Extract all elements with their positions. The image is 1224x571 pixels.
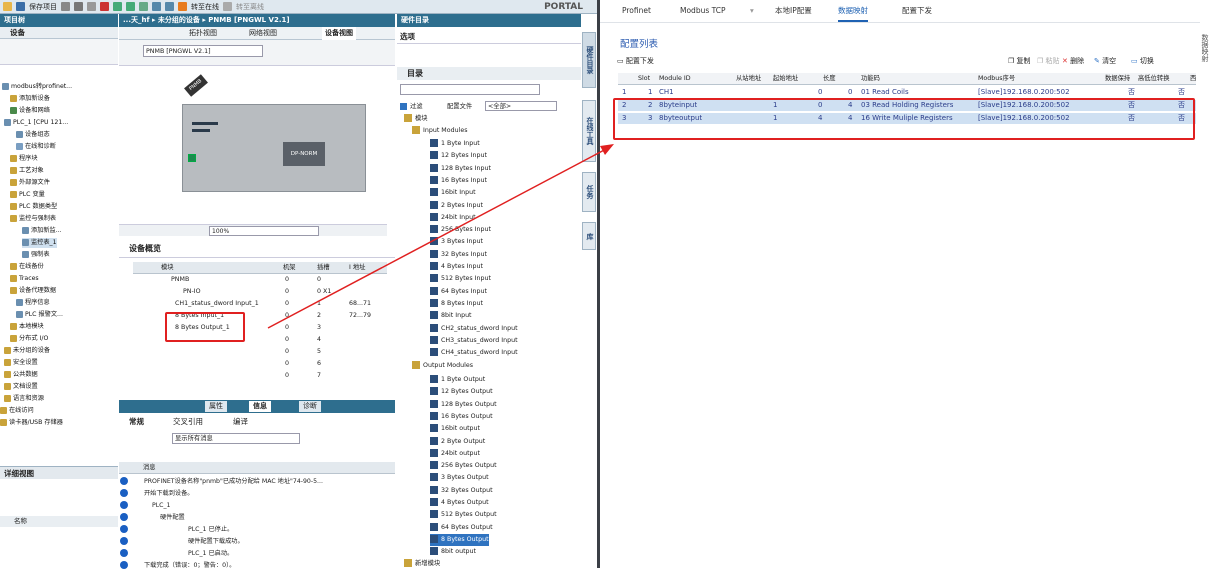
annotation-arrow bbox=[267, 144, 614, 329]
